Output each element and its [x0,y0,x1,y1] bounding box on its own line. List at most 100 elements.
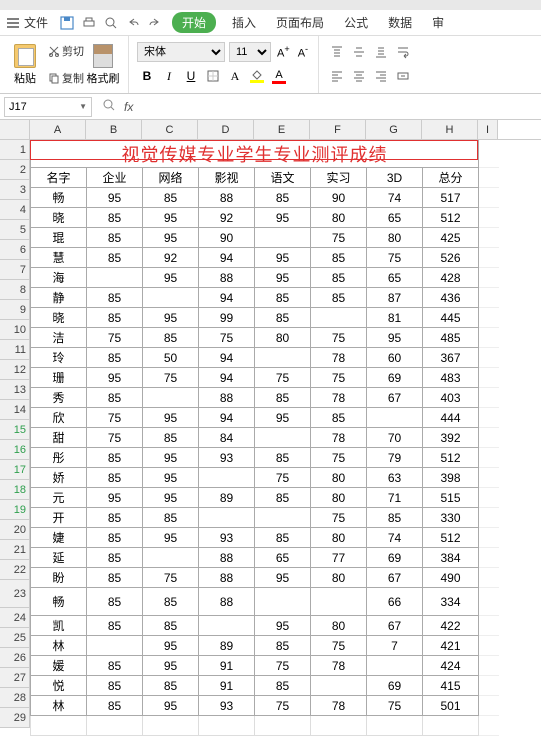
cell[interactable]: 80 [311,616,367,636]
cell[interactable]: 85 [87,548,143,568]
cell[interactable]: 85 [87,448,143,468]
cell[interactable]: 95 [143,696,199,716]
cell[interactable]: 95 [367,328,423,348]
cell[interactable] [255,348,311,368]
cell[interactable] [479,656,499,676]
cell[interactable]: 慧 [31,248,87,268]
cell[interactable]: 75 [199,328,255,348]
cell[interactable]: 89 [199,488,255,508]
cell[interactable]: 85 [87,288,143,308]
cell[interactable]: 75 [87,328,143,348]
column-header[interactable]: A [30,120,86,139]
cell[interactable]: 75 [367,696,423,716]
cell[interactable]: 晓 [31,308,87,328]
cut-button[interactable]: 剪切 [48,43,84,59]
row-header[interactable]: 6 [0,240,30,260]
cell[interactable]: 95 [143,488,199,508]
cell[interactable]: 85 [87,468,143,488]
cell[interactable]: 林 [31,636,87,656]
cell[interactable]: 94 [199,368,255,388]
name-box[interactable]: J17 ▼ [4,97,92,117]
tab-page-layout[interactable]: 页面布局 [268,14,332,31]
cell[interactable]: 95 [143,308,199,328]
cell[interactable]: 95 [255,568,311,588]
cell[interactable]: 424 [423,656,479,676]
cell[interactable] [479,548,499,568]
cell[interactable] [199,468,255,488]
cell[interactable]: 95 [143,468,199,488]
cell[interactable] [479,388,499,408]
cell[interactable] [479,568,499,588]
cell[interactable] [255,588,311,616]
row-header[interactable]: 21 [0,540,30,560]
column-label[interactable]: 网络 [143,168,199,188]
cell[interactable] [255,716,311,736]
cell[interactable]: 85 [255,488,311,508]
cell[interactable]: 90 [199,228,255,248]
cell[interactable]: 85 [143,428,199,448]
cell[interactable] [479,508,499,528]
cell[interactable]: 74 [367,528,423,548]
cell[interactable] [255,228,311,248]
cell[interactable]: 99 [199,308,255,328]
cell[interactable]: 403 [423,388,479,408]
align-center-icon[interactable] [349,66,369,86]
hamburger-icon[interactable] [6,16,20,30]
cell[interactable] [199,616,255,636]
cell[interactable] [479,716,499,736]
italic-button[interactable]: I [159,66,179,86]
cell[interactable]: 80 [311,488,367,508]
cell[interactable]: 70 [367,428,423,448]
row-header[interactable]: 5 [0,220,30,240]
cell[interactable]: 88 [199,548,255,568]
cell[interactable] [87,636,143,656]
cell[interactable] [367,716,423,736]
cell[interactable] [367,408,423,428]
cell[interactable]: 85 [255,636,311,656]
row-header[interactable]: 24 [0,608,30,628]
cell[interactable]: 80 [367,228,423,248]
cell[interactable] [479,308,499,328]
cell[interactable]: 88 [199,588,255,616]
font-color-button[interactable]: A [269,66,289,86]
row-header[interactable]: 20 [0,520,30,540]
format-painter-button[interactable]: 格式刷 [84,38,122,91]
column-label[interactable]: 实习 [311,168,367,188]
font-effect-button[interactable]: A [225,66,245,86]
cell[interactable] [143,388,199,408]
cell[interactable]: 7 [367,636,423,656]
cell[interactable] [479,248,499,268]
cell[interactable]: 88 [199,188,255,208]
cell[interactable]: 65 [367,208,423,228]
cell[interactable]: 85 [255,308,311,328]
row-header[interactable]: 7 [0,260,30,280]
cell[interactable]: 78 [311,348,367,368]
row-header[interactable]: 12 [0,360,30,380]
fx-label[interactable]: fx [124,100,133,114]
chevron-down-icon[interactable]: ▼ [79,102,87,111]
cell[interactable]: 89 [199,636,255,656]
cell[interactable]: 93 [199,696,255,716]
cell[interactable]: 75 [311,368,367,388]
underline-button[interactable]: U [181,66,201,86]
cell[interactable] [479,588,499,616]
cell[interactable]: 甜 [31,428,87,448]
cell[interactable] [143,548,199,568]
tab-insert[interactable]: 插入 [224,14,264,31]
cell[interactable]: 436 [423,288,479,308]
cell[interactable]: 85 [311,248,367,268]
cell[interactable]: 85 [87,228,143,248]
cell[interactable]: 95 [255,208,311,228]
cell[interactable] [479,328,499,348]
cell[interactable] [479,468,499,488]
cell[interactable] [31,716,87,736]
cell[interactable] [199,508,255,528]
cell[interactable]: 75 [311,448,367,468]
cell[interactable]: 75 [255,368,311,388]
cell[interactable]: 80 [255,328,311,348]
cell[interactable]: 85 [87,248,143,268]
cell[interactable]: 海 [31,268,87,288]
cell[interactable]: 85 [87,616,143,636]
cell[interactable]: 526 [423,248,479,268]
row-header[interactable]: 2 [0,160,30,180]
